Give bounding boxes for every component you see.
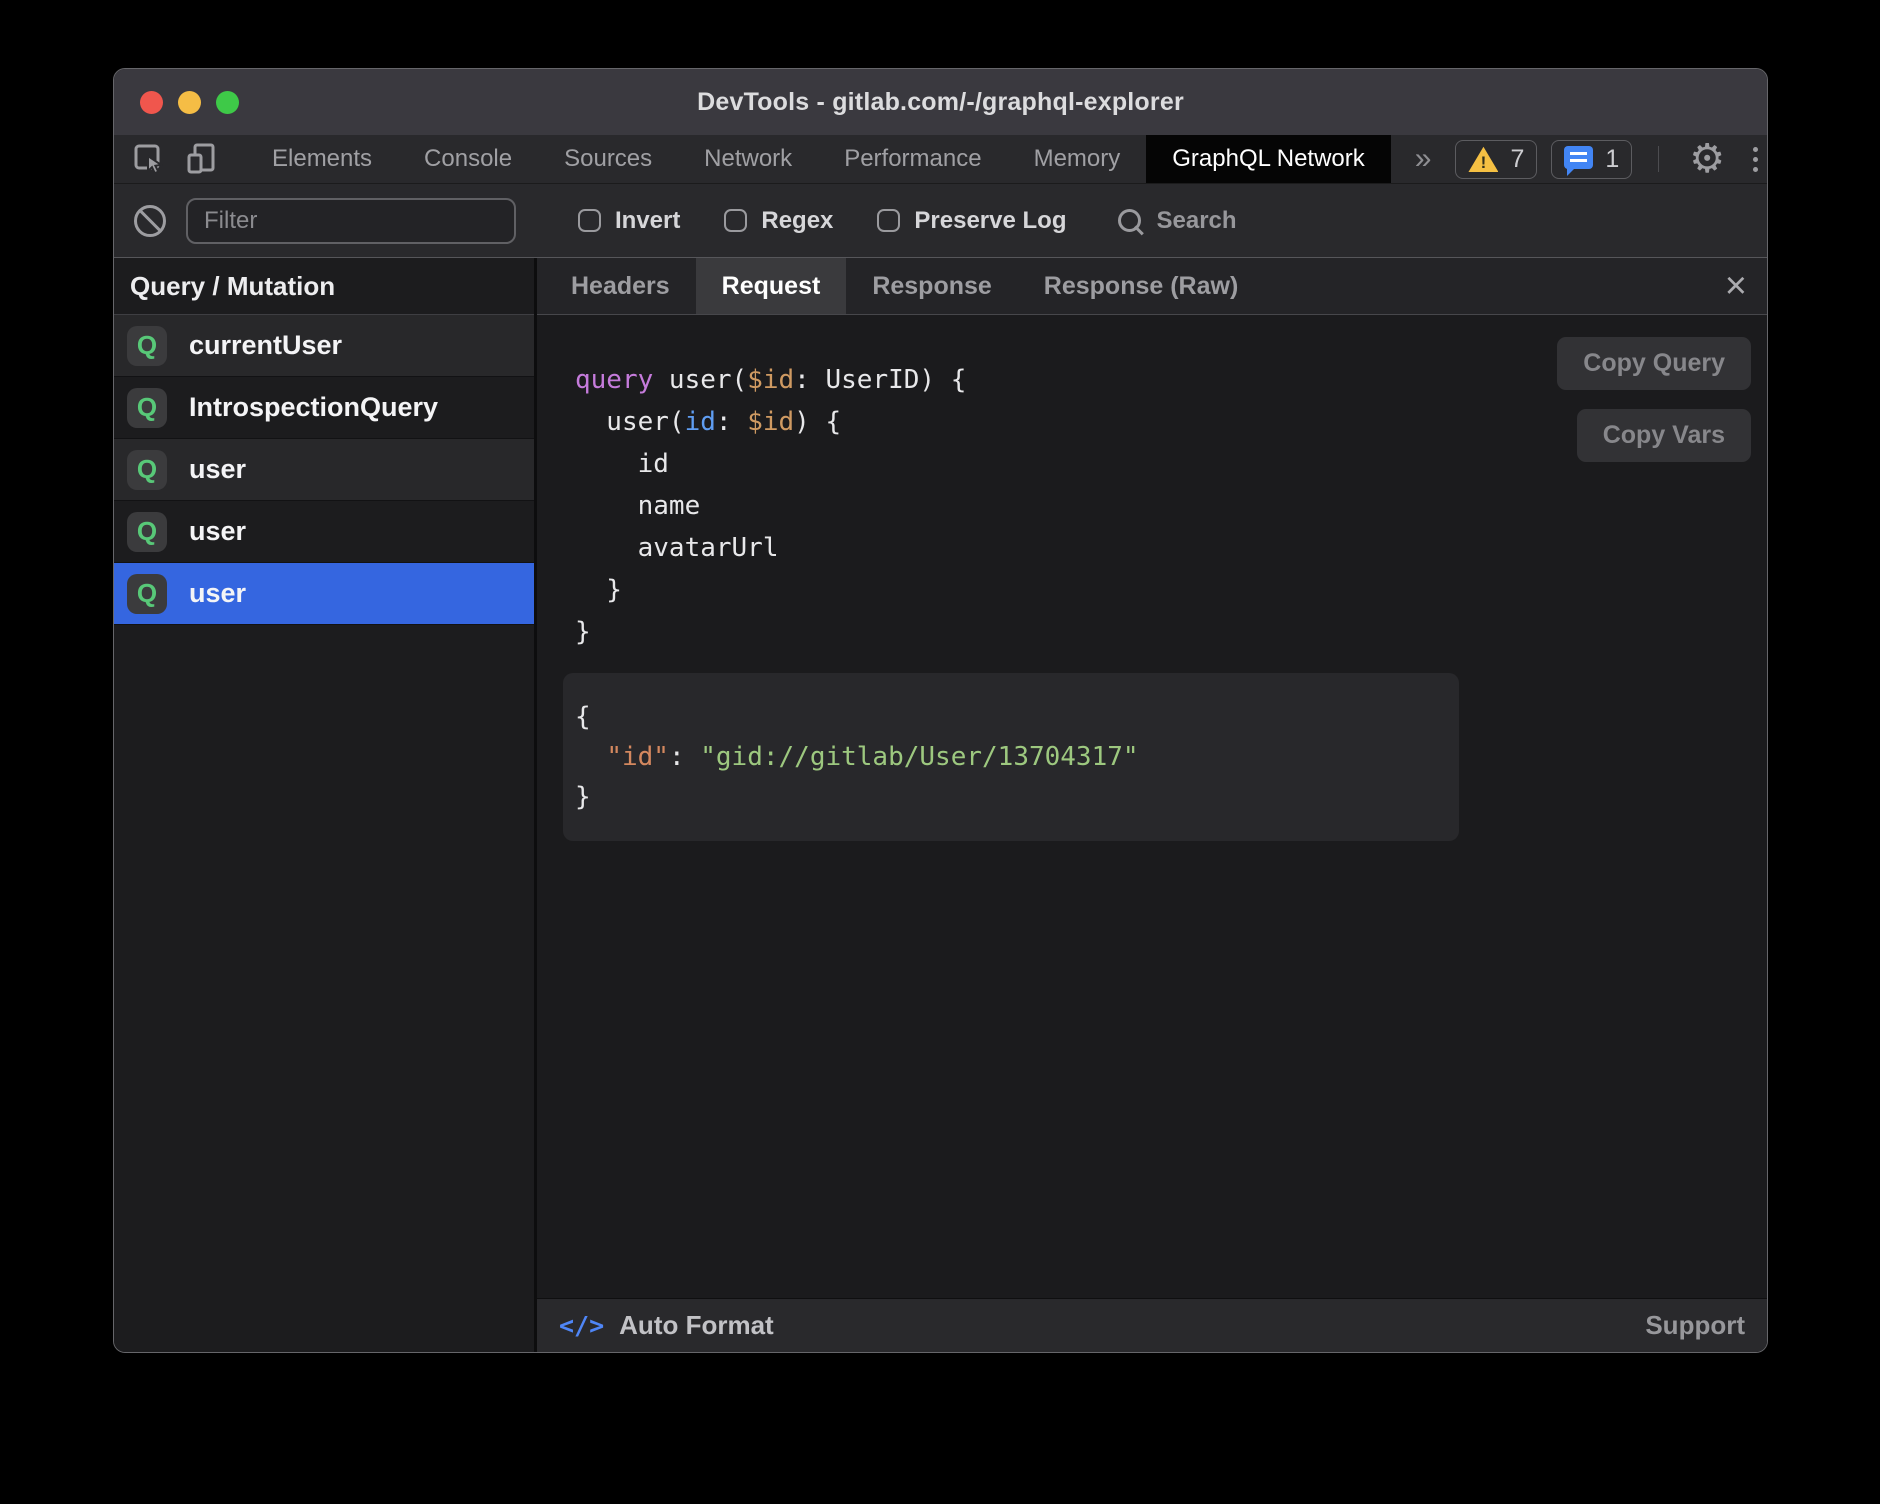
auto-format-label: Auto Format	[619, 1310, 774, 1341]
traffic-lights	[140, 69, 239, 135]
copy-query-button[interactable]: Copy Query	[1557, 337, 1751, 390]
tab-elements[interactable]: Elements	[246, 135, 398, 183]
query-type-badge: Q	[127, 326, 167, 366]
auto-format-button[interactable]: </> Auto Format	[559, 1310, 774, 1341]
checkbox-box-preserve-log[interactable]	[877, 209, 900, 232]
warnings-badge[interactable]: ! 7	[1455, 140, 1537, 179]
inspect-cursor-icon	[131, 141, 167, 177]
search-label: Search	[1156, 207, 1236, 235]
query-type-badge: Q	[127, 574, 167, 614]
minimize-window-button[interactable]	[178, 91, 201, 114]
toolbar-right-group: ! 7 1 ⚙	[1455, 135, 1768, 183]
status-bar: </> Auto Format Support	[537, 1298, 1767, 1352]
filter-checkboxes: Invert Regex Preserve Log	[578, 207, 1066, 235]
query-item-label: user	[189, 516, 246, 547]
copy-vars-button[interactable]: Copy Vars	[1577, 409, 1751, 462]
search-icon	[1118, 209, 1141, 232]
checkbox-invert[interactable]: Invert	[578, 207, 680, 235]
search-button[interactable]: Search	[1118, 207, 1236, 235]
checkbox-box-invert[interactable]	[578, 209, 601, 232]
tab-memory[interactable]: Memory	[1008, 135, 1147, 183]
code-icon: </>	[559, 1311, 604, 1340]
code-line: {	[575, 697, 1435, 737]
query-variables-box: { "id": "gid://gitlab/User/13704317"}	[563, 673, 1459, 841]
query-list-sidebar: Query / Mutation QcurrentUserQIntrospect…	[114, 258, 534, 1352]
checkbox-preserve-log[interactable]: Preserve Log	[877, 207, 1066, 235]
query-item-label: IntrospectionQuery	[189, 392, 438, 423]
code-line: name	[575, 485, 1767, 527]
tab-performance[interactable]: Performance	[818, 135, 1007, 183]
toolbar-separator	[1658, 146, 1659, 172]
code-line: }	[575, 777, 1435, 817]
tab-response[interactable]: Response	[846, 258, 1017, 314]
more-tabs-chevron[interactable]: »	[1391, 135, 1456, 183]
zoom-window-button[interactable]	[216, 91, 239, 114]
tab-graphql-network[interactable]: GraphQL Network	[1146, 135, 1391, 183]
request-tab-list: HeadersRequestResponseResponse (Raw)	[545, 258, 1264, 314]
query-list: QcurrentUserQIntrospectionQueryQuserQuse…	[114, 315, 534, 625]
query-item-label: user	[189, 578, 246, 609]
query-item-currentuser[interactable]: QcurrentUser	[114, 315, 534, 377]
message-bubble-icon	[1564, 146, 1593, 169]
request-content: query user($id: UserID) { user(id: $id) …	[537, 315, 1767, 1298]
close-panel-button[interactable]: ×	[1705, 258, 1767, 314]
checkbox-label-regex: Regex	[761, 207, 833, 235]
query-item-user[interactable]: Quser	[114, 439, 534, 501]
panel-tabs: ElementsConsoleSourcesNetworkPerformance…	[246, 135, 1146, 183]
device-toolbar-icon	[185, 141, 221, 177]
close-window-button[interactable]	[140, 91, 163, 114]
tab-network[interactable]: Network	[678, 135, 818, 183]
warning-count: 7	[1510, 145, 1524, 174]
main-area: Query / Mutation QcurrentUserQIntrospect…	[114, 258, 1767, 1352]
support-link[interactable]: Support	[1645, 1310, 1745, 1341]
devtools-window: DevTools - gitlab.com/-/graphql-explorer…	[113, 68, 1768, 1353]
tab-console[interactable]: Console	[398, 135, 538, 183]
message-count: 1	[1605, 145, 1619, 174]
query-item-user[interactable]: Quser	[114, 501, 534, 563]
request-tabs: HeadersRequestResponseResponse (Raw) ×	[537, 258, 1767, 315]
query-item-label: user	[189, 454, 246, 485]
code-line: "id": "gid://gitlab/User/13704317"	[575, 737, 1435, 777]
devtools-toolbar: ElementsConsoleSourcesNetworkPerformance…	[114, 135, 1767, 184]
checkbox-regex[interactable]: Regex	[724, 207, 833, 235]
checkbox-box-regex[interactable]	[724, 209, 747, 232]
checkbox-label-invert: Invert	[615, 207, 680, 235]
filter-input[interactable]	[186, 198, 516, 244]
sidebar-header: Query / Mutation	[114, 258, 534, 315]
toolbar-icon-group	[114, 135, 222, 183]
titlebar: DevTools - gitlab.com/-/graphql-explorer	[114, 69, 1767, 135]
device-toolbar-button[interactable]	[184, 140, 222, 178]
messages-badge[interactable]: 1	[1551, 140, 1632, 179]
code-line: avatarUrl	[575, 527, 1767, 569]
query-type-badge: Q	[127, 388, 167, 428]
copy-buttons: Copy Query Copy Vars	[1557, 337, 1751, 462]
request-panel: HeadersRequestResponseResponse (Raw) × q…	[537, 258, 1767, 1352]
filter-bar: Invert Regex Preserve Log Search	[114, 184, 1767, 258]
checkbox-label-preserve-log: Preserve Log	[914, 207, 1066, 235]
query-type-badge: Q	[127, 512, 167, 552]
tab-request[interactable]: Request	[696, 258, 847, 314]
query-item-label: currentUser	[189, 330, 342, 361]
tab-response-raw[interactable]: Response (Raw)	[1018, 258, 1264, 314]
settings-gear-button[interactable]: ⚙	[1685, 139, 1729, 179]
query-item-user[interactable]: Quser	[114, 563, 534, 625]
inspect-element-button[interactable]	[130, 140, 168, 178]
query-type-badge: Q	[127, 450, 167, 490]
menu-kebab-button[interactable]	[1743, 147, 1768, 172]
code-line: }	[575, 569, 1767, 611]
window-title: DevTools - gitlab.com/-/graphql-explorer	[697, 88, 1184, 117]
tab-headers[interactable]: Headers	[545, 258, 696, 314]
tab-sources[interactable]: Sources	[538, 135, 678, 183]
clear-filter-icon[interactable]	[134, 205, 166, 237]
query-item-introspectionquery[interactable]: Q IntrospectionQuery	[114, 377, 534, 439]
code-line: }	[575, 611, 1767, 653]
warning-icon: !	[1468, 146, 1498, 172]
